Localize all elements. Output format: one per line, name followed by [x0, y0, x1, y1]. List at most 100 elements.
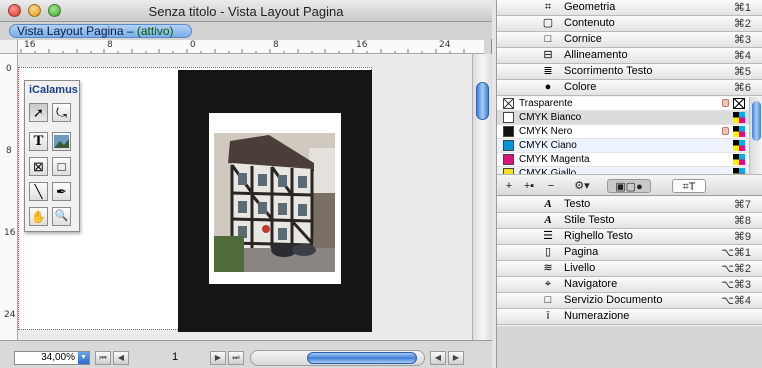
ruler-label: 8	[273, 40, 279, 50]
ruler-label: 16	[356, 40, 368, 50]
status-bar: 34,00% ▼ ⏮ ◀ 1 ▶ ⏭ ◀ ▶	[0, 340, 492, 368]
panel-item-livello[interactable]: ≋ Livello ⌥⌘2	[497, 261, 762, 277]
rotate-tool-icon[interactable]: ⤿	[52, 103, 71, 122]
panel-item-label: Servizio Documento	[564, 294, 663, 306]
last-page-button[interactable]: ⏭	[228, 351, 244, 365]
color-swatch	[503, 140, 514, 151]
color-row[interactable]: CMYK Nero	[497, 125, 749, 139]
panel-item-stile-testo[interactable]: A Stile Testo ⌘8	[497, 213, 762, 229]
panel-item-label: Numerazione	[564, 310, 630, 322]
cmyk-icon	[733, 112, 745, 123]
ruler-label: 0	[6, 64, 12, 74]
color-row[interactable]: Trasparente	[497, 97, 749, 111]
panel-item-shortcut: ⌥⌘4	[721, 295, 751, 307]
panel-item-shortcut: ⌘5	[733, 66, 751, 78]
pen-tool-icon[interactable]: ✒	[52, 182, 71, 201]
image-tool-icon[interactable]	[52, 132, 71, 151]
color-row[interactable]: CMYK Ciano	[497, 139, 749, 153]
panel-item-scorrimento-testo[interactable]: ≣ Scorrimento Testo ⌘5	[497, 64, 762, 80]
panel-item-shortcut: ⌘2	[733, 18, 751, 30]
vertical-ruler[interactable]: 0 8 16 24	[0, 54, 18, 340]
color-row[interactable]: CMYK Magenta	[497, 153, 749, 167]
panel-item-contenuto[interactable]: ▢ Contenuto ⌘2	[497, 16, 762, 32]
title-bar[interactable]: Senza titolo - Vista Layout Pagina	[0, 0, 492, 22]
panel-item-cornice[interactable]: □ Cornice ⌘3	[497, 32, 762, 48]
color-row[interactable]: CMYK Bianco	[497, 111, 749, 125]
add-gradient-button[interactable]: +▪	[517, 179, 541, 193]
panel-item-label: Cornice	[564, 33, 602, 45]
tab-state: (attivo)	[136, 24, 174, 38]
cmyk-icon	[733, 168, 745, 174]
lock-icon	[722, 127, 729, 135]
color-name: CMYK Bianco	[519, 112, 582, 123]
page-number[interactable]: 1	[160, 351, 190, 363]
ruler-label: 0	[190, 40, 196, 50]
panel-item-pagina[interactable]: ▯ Pagina ⌥⌘1	[497, 245, 762, 261]
color-list-scroll-thumb[interactable]	[752, 101, 761, 141]
panel-item-colore[interactable]: ● Colore ⌘6	[497, 80, 762, 96]
frame-icon: □	[544, 33, 552, 45]
panel-item-shortcut: ⌘1	[733, 2, 751, 14]
toolbox-palette[interactable]: iCalamus ➚ ⤿ T ⊠ □ ╲ ✒ ✋ 🔍	[24, 80, 80, 232]
arrow-tool-icon[interactable]: ➚	[29, 103, 48, 122]
color-row[interactable]: CMYK Giallo	[497, 167, 749, 175]
zoom-tool-icon[interactable]: 🔍	[52, 207, 71, 226]
panel-item-numerazione[interactable]: ī Numerazione	[497, 309, 762, 325]
apply-target-toggle[interactable]: ⌗T	[672, 179, 706, 193]
color-mode-icon	[733, 98, 745, 109]
zoom-select[interactable]: 34,00% ▼	[14, 351, 90, 365]
add-color-button[interactable]: +	[503, 179, 515, 193]
lock-icon	[722, 99, 729, 107]
chevron-down-icon[interactable]: ▼	[78, 352, 89, 364]
tab-layout-view[interactable]: Vista Layout Pagina – (attivo)	[9, 24, 192, 38]
swatch-view-toggle[interactable]: ▣▢●	[607, 179, 651, 193]
horizontal-scroll-thumb[interactable]	[307, 352, 417, 364]
window-title: Senza titolo - Vista Layout Pagina	[148, 4, 344, 19]
cmyk-icon	[733, 154, 745, 165]
ruler-origin[interactable]	[0, 40, 18, 54]
panel-item-navigatore[interactable]: ⌖ Navigatore ⌥⌘3	[497, 277, 762, 293]
panel-item-testo[interactable]: A Testo ⌘7	[497, 197, 762, 213]
text-style-icon: A	[544, 214, 552, 226]
numbering-icon: ī	[546, 310, 550, 322]
color-name: CMYK Magenta	[519, 154, 590, 165]
alignment-icon: ⊟	[543, 49, 553, 61]
next-page-button[interactable]: ▶	[210, 351, 226, 365]
text-icon: A	[544, 198, 552, 210]
horizontal-scrollbar[interactable]	[250, 350, 425, 366]
rectangle-tool-icon[interactable]: □	[52, 157, 71, 176]
color-list-scrollbar[interactable]	[749, 97, 762, 174]
color-name: CMYK Giallo	[519, 168, 577, 175]
panel-item-label: Livello	[564, 262, 596, 274]
text-tool-icon[interactable]: T	[29, 132, 48, 151]
panel-item-label: Colore	[564, 81, 597, 93]
vertical-scroll-thumb[interactable]	[476, 82, 489, 120]
layer-icon: ≋	[543, 262, 553, 274]
line-tool-icon[interactable]: ╲	[29, 182, 48, 201]
panel-item-servizio-documento[interactable]: □ Servizio Documento ⌥⌘4	[497, 293, 762, 309]
hand-tool-icon[interactable]: ✋	[29, 207, 48, 226]
first-page-button[interactable]: ⏮	[95, 351, 111, 365]
page-canvas[interactable]	[18, 54, 472, 340]
color-swatch	[503, 154, 514, 165]
horizontal-ruler[interactable]: 16 8 0 8 16 24	[18, 40, 484, 54]
previous-page-button[interactable]: ◀	[113, 351, 129, 365]
color-palette-icon: ●	[544, 81, 552, 93]
remove-color-button[interactable]: −	[545, 179, 557, 193]
text-flow-icon: ≣	[543, 65, 553, 77]
panel-item-shortcut: ⌥⌘1	[721, 247, 751, 259]
panel-item-geometria[interactable]: ⌗ Geometria ⌘1	[497, 0, 762, 16]
vertical-scrollbar[interactable]	[472, 54, 492, 340]
scroll-left-button[interactable]: ◀	[430, 351, 446, 365]
frame-cross-tool-icon[interactable]: ⊠	[29, 157, 48, 176]
scroll-right-button[interactable]: ▶	[448, 351, 464, 365]
panel-item-label: Navigatore	[564, 278, 618, 290]
page-icon: ▯	[544, 246, 552, 258]
panel-item-label: Testo	[564, 198, 591, 210]
panel-item-righello-testo[interactable]: ☰ Righello Testo ⌘9	[497, 229, 762, 245]
color-list[interactable]: Trasparente CMYK Bianco CMYK Nero CMYK C…	[497, 97, 762, 175]
house-photo[interactable]	[214, 133, 335, 272]
panel-item-label: Allineamento	[564, 49, 628, 61]
gear-icon[interactable]: ⚙▾	[569, 179, 595, 193]
panel-item-allineamento[interactable]: ⊟ Allineamento ⌘4	[497, 48, 762, 64]
